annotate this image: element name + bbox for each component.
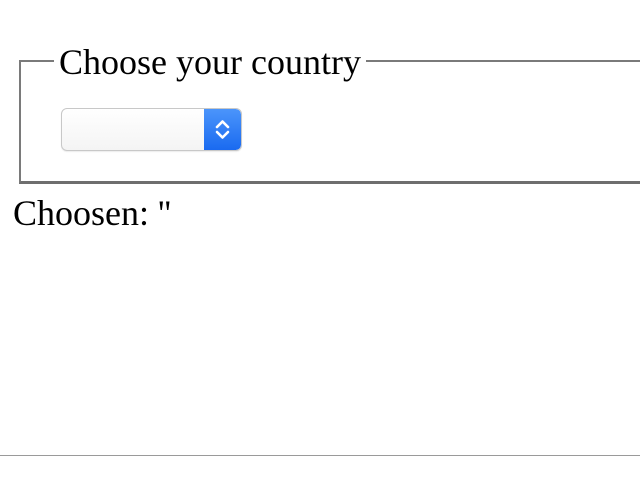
chevron-up-down-icon: [215, 120, 230, 139]
bottom-divider: [0, 455, 640, 456]
country-select[interactable]: [61, 108, 242, 151]
select-arrow-button[interactable]: [204, 109, 241, 150]
page: Choose your country Choosen: '': [0, 0, 640, 480]
chosen-value-text: Choosen: '': [13, 193, 171, 233]
fieldset-legend: Choose your country: [54, 39, 366, 85]
